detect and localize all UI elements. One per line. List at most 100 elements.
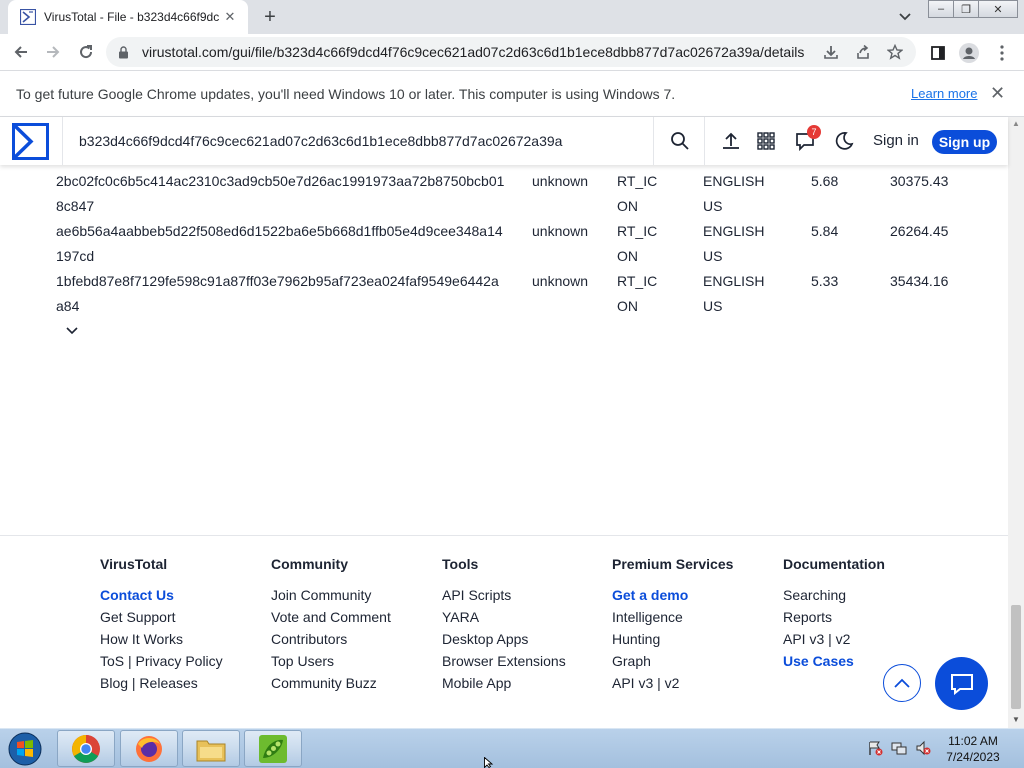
scroll-to-top-button[interactable] xyxy=(883,664,921,702)
infobar-close-icon[interactable]: ✕ xyxy=(990,83,1005,104)
start-button[interactable] xyxy=(4,731,46,767)
footer-link-top-users[interactable]: Top Users xyxy=(271,650,441,672)
browser-tab[interactable]: VirusTotal - File - b323d4c66f9dc ✕ xyxy=(8,0,248,34)
footer-link-graph[interactable]: Graph xyxy=(612,650,782,672)
footer-link-yara[interactable]: YARA xyxy=(442,606,612,628)
resource-type: RT_ICON xyxy=(617,223,658,264)
resource-chi2: 26264.45 xyxy=(890,223,949,239)
footer-column-virustotal: VirusTotal Contact Us Get Support How It… xyxy=(100,556,270,694)
resource-chi2: 35434.16 xyxy=(890,273,949,289)
taskbar-firefox[interactable] xyxy=(120,730,178,767)
tab-close-icon[interactable]: ✕ xyxy=(222,9,238,25)
side-panel-icon[interactable] xyxy=(927,42,949,64)
resource-sha256[interactable]: 2bc02fc0c6b5c414ac2310c3ad9cb50e7d26ac19… xyxy=(56,169,506,219)
vt-header: b323d4c66f9dcd4f76c9cec621ad07c2d63c6d1b… xyxy=(0,117,1008,165)
footer-link-api-docs[interactable]: API v3 | v2 xyxy=(783,628,953,650)
upload-icon[interactable] xyxy=(719,129,743,153)
footer-column-premium-services: Premium Services Get a demo Intelligence… xyxy=(612,556,782,694)
footer-link-contact-us[interactable]: Contact Us xyxy=(100,584,270,606)
footer-link-api-premium[interactable]: API v3 | v2 xyxy=(612,672,782,694)
footer-link-desktop-apps[interactable]: Desktop Apps xyxy=(442,628,612,650)
volume-muted-icon[interactable] xyxy=(914,739,932,757)
search-icon xyxy=(670,132,689,150)
clock-date: 7/24/2023 xyxy=(946,750,1000,764)
footer-link-how-it-works[interactable]: How It Works xyxy=(100,628,270,650)
chrome-menu-icon[interactable] xyxy=(991,42,1013,64)
forward-button[interactable] xyxy=(41,40,65,64)
notification-badge: 7 xyxy=(807,125,821,139)
scrollbar-thumb[interactable] xyxy=(1011,605,1021,709)
footer-column-tools: Tools API Scripts YARA Desktop Apps Brow… xyxy=(442,556,612,694)
search-input[interactable]: b323d4c66f9dcd4f76c9cec621ad07c2d63c6d1b… xyxy=(62,117,654,165)
tab-search-chevron-icon[interactable] xyxy=(896,8,914,26)
footer-link-blog-releases[interactable]: Blog | Releases xyxy=(100,672,270,694)
bookmark-star-icon[interactable] xyxy=(884,41,906,63)
minimize-button[interactable]: – xyxy=(928,0,954,18)
resource-file-type: unknown xyxy=(532,223,589,239)
footer-link-get-support[interactable]: Get Support xyxy=(100,606,270,628)
taskbar-explorer[interactable] xyxy=(182,730,240,767)
download-icon[interactable] xyxy=(820,41,842,63)
footer-link-intelligence[interactable]: Intelligence xyxy=(612,606,782,628)
footer-link-reports[interactable]: Reports xyxy=(783,606,953,628)
restore-button[interactable]: ❐ xyxy=(953,0,979,18)
footer-heading: Premium Services xyxy=(612,556,734,572)
expand-chevron-down-icon[interactable] xyxy=(64,323,80,339)
footer-link-use-cases[interactable]: Use Cases xyxy=(783,650,953,672)
resource-type: RT_ICON xyxy=(617,173,658,214)
new-tab-button[interactable]: + xyxy=(258,5,282,29)
action-center-flag-icon[interactable] xyxy=(866,739,884,757)
virustotal-favicon-icon xyxy=(20,9,36,25)
resource-type: RT_ICON xyxy=(617,273,658,314)
resource-sha256[interactable]: 1bfebd87e8f7129fe598c91a87ff03e7962b95af… xyxy=(56,269,506,319)
footer-link-hunting[interactable]: Hunting xyxy=(612,628,782,650)
taskbar-chrome[interactable] xyxy=(57,730,115,767)
chat-bubble-icon xyxy=(950,673,973,695)
footer-link-join-community[interactable]: Join Community xyxy=(271,584,441,606)
notifications-chat-icon[interactable]: 7 xyxy=(793,125,821,153)
sign-up-button[interactable]: Sign up xyxy=(932,130,997,154)
footer-link-community-buzz[interactable]: Community Buzz xyxy=(271,672,441,694)
mouse-cursor-icon xyxy=(484,757,494,768)
url-text: virustotal.com/gui/file/b323d4c66f9dcd4f… xyxy=(142,44,805,60)
chat-button[interactable] xyxy=(935,657,988,710)
footer-link-vote-and-comment[interactable]: Vote and Comment xyxy=(271,606,441,628)
resource-entropy: 5.84 xyxy=(811,223,839,239)
scroll-up-arrow-icon[interactable]: ▲ xyxy=(1012,119,1020,128)
footer-link-browser-extensions[interactable]: Browser Extensions xyxy=(442,650,612,672)
address-bar[interactable]: virustotal.com/gui/file/b323d4c66f9dcd4f… xyxy=(106,37,916,67)
network-icon[interactable] xyxy=(890,739,908,757)
apps-grid-icon[interactable] xyxy=(754,129,778,153)
lock-icon[interactable] xyxy=(116,45,130,59)
profile-avatar-icon[interactable] xyxy=(958,42,980,64)
firefox-icon xyxy=(136,735,162,762)
footer-link-tos-privacy[interactable]: ToS | Privacy Policy xyxy=(100,650,270,672)
footer-heading: VirusTotal xyxy=(100,556,168,572)
taskbar-app-peas[interactable] xyxy=(244,730,302,767)
footer-link-api-scripts[interactable]: API Scripts xyxy=(442,584,612,606)
back-button[interactable] xyxy=(9,40,33,64)
page-scrollbar[interactable]: ▲ ▼ xyxy=(1008,117,1024,728)
browser-toolbar: virustotal.com/gui/file/b323d4c66f9dcd4f… xyxy=(0,34,1024,71)
search-button[interactable] xyxy=(655,117,705,165)
window-close-button[interactable]: ✕ xyxy=(978,0,1018,18)
resource-sha256[interactable]: ae6b56a4aabbeb5d22f508ed6d1522ba6e5b668d… xyxy=(56,219,506,269)
resources-table: 2bc02fc0c6b5c414ac2310c3ad9cb50e7d26ac19… xyxy=(0,165,1008,535)
footer-link-contributors[interactable]: Contributors xyxy=(271,628,441,650)
reload-button[interactable] xyxy=(74,40,98,64)
share-icon[interactable] xyxy=(852,41,874,63)
tab-strip: VirusTotal - File - b323d4c66f9dc ✕ + – … xyxy=(0,0,1024,34)
scroll-down-arrow-icon[interactable]: ▼ xyxy=(1012,715,1020,724)
chevron-up-icon xyxy=(894,678,910,688)
sign-in-link[interactable]: Sign in xyxy=(873,132,919,149)
footer-link-get-a-demo[interactable]: Get a demo xyxy=(612,584,782,606)
learn-more-link[interactable]: Learn more xyxy=(911,86,977,101)
footer-column-documentation: Documentation Searching Reports API v3 |… xyxy=(783,556,953,672)
system-clock[interactable]: 11:02 AM 7/24/2023 xyxy=(940,733,1006,765)
footer-heading: Tools xyxy=(442,556,479,572)
footer-link-mobile-app[interactable]: Mobile App xyxy=(442,672,612,694)
table-row: ae6b56a4aabbeb5d22f508ed6d1522ba6e5b668d… xyxy=(0,215,1008,265)
footer-link-searching[interactable]: Searching xyxy=(783,584,953,606)
dark-mode-moon-icon[interactable] xyxy=(832,129,856,153)
virustotal-logo-icon[interactable] xyxy=(12,123,49,160)
